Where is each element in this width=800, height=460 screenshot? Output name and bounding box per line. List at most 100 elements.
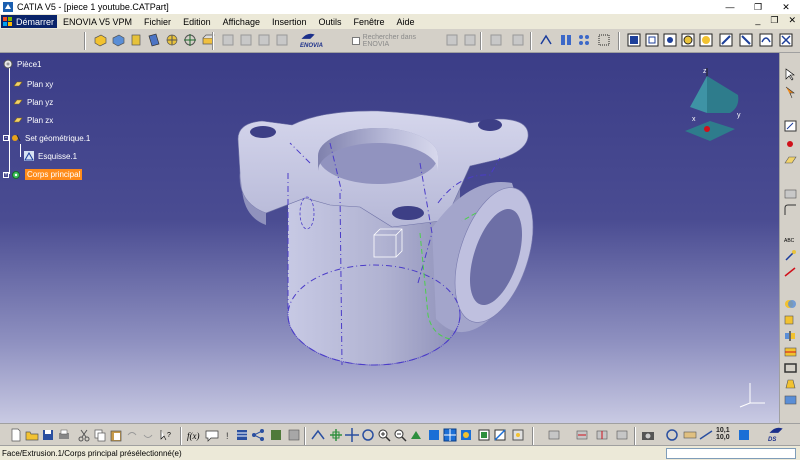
pocket-icon[interactable] bbox=[110, 32, 126, 48]
pan-icon[interactable] bbox=[344, 427, 360, 443]
annotation-icon[interactable]: ABC bbox=[783, 233, 798, 247]
table-icon[interactable] bbox=[234, 427, 250, 443]
sketch-icon[interactable] bbox=[538, 32, 554, 48]
split-icon[interactable] bbox=[783, 345, 798, 359]
plane-tool-icon[interactable] bbox=[783, 153, 798, 167]
formula-icon[interactable]: f(x) bbox=[186, 427, 202, 443]
update-icon[interactable] bbox=[664, 427, 680, 443]
fillet-icon[interactable] bbox=[783, 203, 798, 217]
tree-toggle-icon[interactable] bbox=[736, 427, 752, 443]
copy-disabled-icon[interactable] bbox=[256, 32, 272, 48]
new-document-icon[interactable] bbox=[8, 427, 24, 443]
constraint-icon[interactable] bbox=[783, 249, 798, 263]
open-folder-icon[interactable] bbox=[24, 427, 40, 443]
enovia-search[interactable]: Rechercher dans ENOVIA bbox=[352, 34, 440, 48]
lug-hole-front[interactable] bbox=[392, 206, 424, 220]
measure-icon[interactable] bbox=[783, 265, 798, 279]
point-icon[interactable] bbox=[783, 137, 798, 151]
undo-icon[interactable] bbox=[124, 427, 140, 443]
comment-icon[interactable] bbox=[204, 427, 220, 443]
maximize-button[interactable]: ❐ bbox=[744, 0, 772, 14]
save-disabled-icon[interactable] bbox=[238, 32, 254, 48]
3d-part[interactable] bbox=[0, 53, 779, 423]
menu-edition[interactable]: Edition bbox=[177, 17, 217, 27]
new-disabled-icon[interactable] bbox=[220, 32, 236, 48]
material-icon[interactable] bbox=[698, 32, 714, 48]
zoom-in-icon[interactable] bbox=[376, 427, 392, 443]
dimension-icon[interactable] bbox=[698, 427, 714, 443]
close-button[interactable]: ✕ bbox=[772, 0, 800, 14]
pad-icon[interactable] bbox=[92, 32, 108, 48]
inertia-icon[interactable] bbox=[614, 427, 630, 443]
wireframe-icon[interactable] bbox=[644, 32, 660, 48]
view-mode-icon[interactable] bbox=[492, 427, 508, 443]
tools-disabled-icon[interactable] bbox=[510, 32, 526, 48]
shaft-icon[interactable] bbox=[128, 32, 144, 48]
redo-icon[interactable] bbox=[140, 427, 156, 443]
ruler-icon[interactable] bbox=[682, 427, 698, 443]
fit-all-icon[interactable] bbox=[328, 427, 344, 443]
camera-icon[interactable] bbox=[640, 427, 656, 443]
enovia-search-checkbox[interactable] bbox=[352, 37, 360, 45]
search-options-disabled-icon[interactable] bbox=[462, 32, 478, 48]
isolate-icon[interactable] bbox=[778, 32, 794, 48]
command-input[interactable] bbox=[666, 448, 796, 459]
print-icon[interactable] bbox=[56, 427, 72, 443]
hole-icon[interactable] bbox=[146, 32, 162, 48]
lug-hole-right[interactable] bbox=[478, 119, 502, 131]
pattern-icon[interactable] bbox=[576, 32, 592, 48]
mdi-restore-button[interactable]: ❐ bbox=[770, 15, 778, 26]
curve-icon[interactable] bbox=[758, 32, 774, 48]
menu-start[interactable]: Démarrer bbox=[1, 15, 58, 28]
iso-view-icon[interactable] bbox=[426, 427, 442, 443]
swap-icon[interactable] bbox=[738, 32, 754, 48]
menu-affichage[interactable]: Affichage bbox=[217, 17, 266, 27]
cursor-orange-icon[interactable] bbox=[783, 85, 798, 99]
multi-view-icon[interactable] bbox=[442, 427, 458, 443]
catalog-icon[interactable] bbox=[268, 427, 284, 443]
knowledge-icon[interactable] bbox=[286, 427, 302, 443]
shading-bottom-icon[interactable] bbox=[458, 427, 474, 443]
measure-item-icon[interactable] bbox=[594, 427, 610, 443]
fly-mode-icon[interactable] bbox=[310, 427, 326, 443]
search-grid-disabled-icon[interactable] bbox=[444, 32, 460, 48]
mdi-minimize-button[interactable]: _ bbox=[755, 15, 760, 26]
lug-hole-left[interactable] bbox=[250, 126, 276, 138]
menu-insertion[interactable]: Insertion bbox=[266, 17, 313, 27]
menu-outils[interactable]: Outils bbox=[313, 17, 348, 27]
menu-enovia[interactable]: ENOVIA V5 VPM bbox=[57, 17, 138, 27]
3d-viewport[interactable]: Pièce1 Plan xy Plan yz Plan zx - Set géo… bbox=[0, 53, 779, 423]
paste-icon[interactable] bbox=[108, 427, 124, 443]
normal-view-icon[interactable] bbox=[408, 427, 424, 443]
dress-up-icon[interactable] bbox=[783, 187, 798, 201]
save-icon[interactable] bbox=[40, 427, 56, 443]
lighting-icon[interactable] bbox=[510, 427, 526, 443]
shell-icon[interactable] bbox=[783, 393, 798, 407]
view-cube-icon[interactable] bbox=[626, 32, 642, 48]
zoom-out-icon[interactable] bbox=[392, 427, 408, 443]
grid-icon[interactable] bbox=[596, 32, 612, 48]
sketcher-icon[interactable] bbox=[783, 119, 798, 133]
thickness-icon[interactable] bbox=[783, 361, 798, 375]
whats-this-icon[interactable]: ? bbox=[158, 427, 174, 443]
target-icon[interactable] bbox=[182, 32, 198, 48]
transform-icon[interactable] bbox=[783, 313, 798, 327]
menu-fichier[interactable]: Fichier bbox=[138, 17, 177, 27]
minimize-button[interactable]: — bbox=[716, 0, 744, 14]
measure-disabled-icon[interactable] bbox=[488, 32, 504, 48]
network-icon[interactable] bbox=[250, 427, 266, 443]
rib-icon[interactable] bbox=[164, 32, 180, 48]
shading-icon[interactable] bbox=[662, 32, 678, 48]
hide-icon[interactable] bbox=[546, 427, 562, 443]
mdi-close-button[interactable]: ✕ bbox=[788, 15, 796, 26]
mirror-icon[interactable] bbox=[783, 329, 798, 343]
compass[interactable]: z y x bbox=[680, 63, 750, 148]
rotate-icon[interactable] bbox=[360, 427, 376, 443]
draft-icon[interactable] bbox=[783, 377, 798, 391]
swap-space-icon[interactable] bbox=[574, 427, 590, 443]
refresh-disabled-icon[interactable] bbox=[274, 32, 290, 48]
hide-show-icon[interactable] bbox=[718, 32, 734, 48]
shading-edges-icon[interactable] bbox=[680, 32, 696, 48]
menu-fenetre[interactable]: Fenêtre bbox=[348, 17, 391, 27]
cut-icon[interactable] bbox=[76, 427, 92, 443]
